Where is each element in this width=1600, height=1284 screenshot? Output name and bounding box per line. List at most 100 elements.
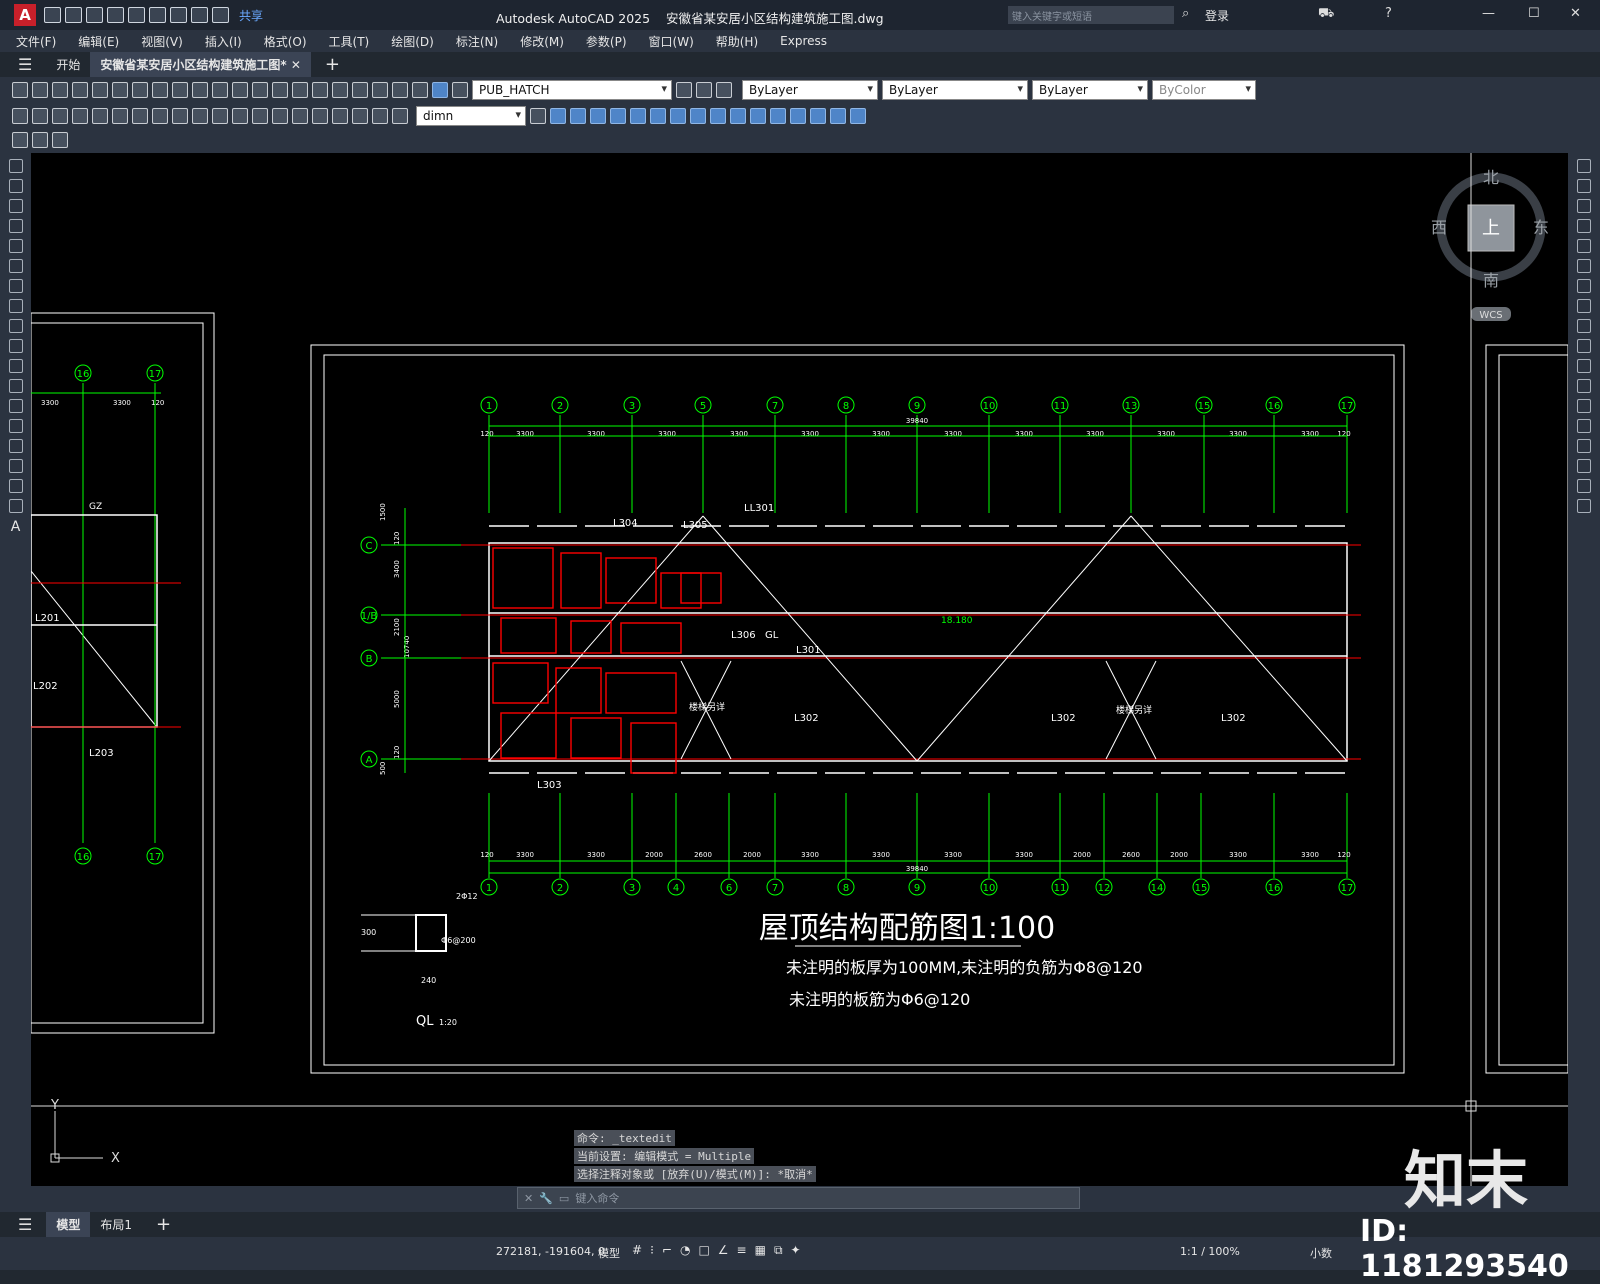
- polar-icon[interactable]: ◔: [680, 1243, 690, 1258]
- help-icon[interactable]: ?: [1385, 6, 1392, 21]
- menu-edit[interactable]: 编辑(E): [78, 33, 119, 50]
- save-as-icon[interactable]: [107, 7, 124, 23]
- plot-icon[interactable]: [170, 7, 187, 23]
- copy-tool-icon[interactable]: [1577, 179, 1591, 193]
- menu-parametric[interactable]: 参数(P): [586, 33, 627, 50]
- tab-layout1[interactable]: 布局1: [90, 1212, 142, 1237]
- print-icon[interactable]: [72, 82, 88, 98]
- menu-view[interactable]: 视图(V): [141, 33, 183, 50]
- cart-icon[interactable]: ⛟: [1318, 6, 1334, 23]
- gradient-tool-icon[interactable]: [8, 459, 23, 473]
- layer-state-icon[interactable]: [432, 82, 448, 98]
- table-tool-icon[interactable]: [8, 499, 23, 513]
- hamburger-menu-icon[interactable]: ☰: [18, 55, 32, 74]
- menu-insert[interactable]: 插入(I): [205, 33, 242, 50]
- erase-tool-icon[interactable]: [1577, 159, 1591, 173]
- selection-cycling-icon[interactable]: ⧉: [774, 1243, 783, 1258]
- tab-start[interactable]: 开始: [46, 52, 90, 77]
- explode-tool-icon[interactable]: [1577, 499, 1591, 513]
- maximize-button[interactable]: ☐: [1528, 6, 1540, 21]
- help-tb-icon[interactable]: [392, 82, 408, 98]
- command-input[interactable]: ✕ 🔧 ▭ 键入命令: [517, 1187, 1080, 1209]
- calc-icon[interactable]: [372, 82, 388, 98]
- open-web-icon[interactable]: [128, 7, 145, 23]
- dim-aligned-icon[interactable]: [32, 108, 48, 124]
- dimtedit-icon[interactable]: [372, 108, 388, 124]
- dim-baseline-icon[interactable]: [192, 108, 208, 124]
- ucs-3point-icon[interactable]: [710, 108, 726, 124]
- menu-dimension[interactable]: 标注(N): [456, 33, 498, 50]
- close-button[interactable]: ✕: [1570, 6, 1581, 21]
- coordinate-readout[interactable]: 272181, -191604, 0: [496, 1245, 605, 1258]
- save-tb-icon[interactable]: [52, 82, 68, 98]
- redo-icon[interactable]: [212, 7, 229, 23]
- menu-modify[interactable]: 修改(M): [520, 33, 564, 50]
- viewcube-south-label[interactable]: 南: [1483, 271, 1499, 290]
- attribute-edit-icon[interactable]: [52, 132, 68, 148]
- properties-icon[interactable]: [312, 82, 328, 98]
- block-editor-icon[interactable]: [12, 132, 28, 148]
- open-icon[interactable]: [32, 82, 48, 98]
- make-current-icon[interactable]: [676, 82, 692, 98]
- ellipse-tool-icon[interactable]: [8, 339, 23, 353]
- wcs-label[interactable]: WCS: [1479, 310, 1502, 321]
- circle-tool-icon[interactable]: [8, 279, 23, 293]
- dim-radius-icon[interactable]: [92, 108, 108, 124]
- design-center-icon[interactable]: [332, 82, 348, 98]
- help-search-input[interactable]: 键入关键字或短语: [1008, 6, 1174, 24]
- undo-tb-icon[interactable]: [232, 82, 248, 98]
- publish-icon[interactable]: [112, 82, 128, 98]
- transparency-icon[interactable]: ▦: [755, 1243, 766, 1258]
- viewcube-east-label[interactable]: 东: [1533, 218, 1549, 237]
- cut-icon[interactable]: [152, 82, 168, 98]
- zoom-icon[interactable]: [292, 82, 308, 98]
- viewcube-west-label[interactable]: 西: [1431, 218, 1447, 237]
- viewcube[interactable]: 上 北 南 东 西 WCS: [1431, 168, 1549, 321]
- mirror-tool-icon[interactable]: [1577, 199, 1591, 213]
- polyline-tool-icon[interactable]: [8, 199, 23, 213]
- revcloud-tool-icon[interactable]: [8, 299, 23, 313]
- break-tool-icon[interactable]: [1577, 399, 1591, 413]
- mtext-tool-icon[interactable]: A: [0, 519, 31, 535]
- menu-tools[interactable]: 工具(T): [329, 33, 370, 50]
- blend-tool-icon[interactable]: [1577, 479, 1591, 493]
- line-tool-icon[interactable]: [8, 159, 23, 173]
- qdim-icon[interactable]: [172, 108, 188, 124]
- array-tool-icon[interactable]: [1577, 239, 1591, 253]
- menu-format[interactable]: 格式(O): [264, 33, 307, 50]
- region-tool-icon[interactable]: [8, 479, 23, 493]
- extend-tool-icon[interactable]: [1577, 359, 1591, 373]
- dimstyle-dropdown[interactable]: dimn: [416, 106, 526, 126]
- dim-update-icon[interactable]: [392, 108, 408, 124]
- save-icon[interactable]: [86, 7, 103, 23]
- rotate-tool-icon[interactable]: [1577, 279, 1591, 293]
- paste-icon[interactable]: [192, 82, 208, 98]
- fillet-tool-icon[interactable]: [1577, 459, 1591, 473]
- join-tool-icon[interactable]: [1577, 419, 1591, 433]
- arc-tool-icon[interactable]: [8, 259, 23, 273]
- dim-linear-icon[interactable]: [12, 108, 28, 124]
- otrack-icon[interactable]: ∠: [718, 1243, 729, 1258]
- grid-icon[interactable]: #: [632, 1243, 642, 1258]
- osnap-icon[interactable]: □: [698, 1243, 709, 1258]
- layer-lock-icon[interactable]: [452, 82, 468, 98]
- layer-match-icon[interactable]: [716, 82, 732, 98]
- ucs-y-icon[interactable]: [750, 108, 766, 124]
- dim-continue-icon[interactable]: [212, 108, 228, 124]
- ucs-prev-icon[interactable]: [590, 108, 606, 124]
- ucs-origin-icon[interactable]: [670, 108, 686, 124]
- jogged-linear-icon[interactable]: [332, 108, 348, 124]
- pan-icon[interactable]: [272, 82, 288, 98]
- autocad-logo-icon[interactable]: A: [14, 4, 36, 26]
- ellipse-arc-tool-icon[interactable]: [8, 359, 23, 373]
- ucs-object-icon[interactable]: [630, 108, 646, 124]
- annotation-visibility-icon[interactable]: ✦: [791, 1243, 801, 1258]
- snap-icon[interactable]: ⁝: [650, 1243, 654, 1258]
- viewcube-top-label[interactable]: 上: [1482, 218, 1500, 239]
- linetype-dropdown[interactable]: ByLayer: [882, 80, 1028, 100]
- rectangle-tool-icon[interactable]: [8, 239, 23, 253]
- tab-model[interactable]: 模型: [46, 1212, 91, 1237]
- spline-tool-icon[interactable]: [8, 319, 23, 333]
- annotation-scale[interactable]: 1:1 / 100%: [1180, 1245, 1240, 1258]
- command-close-icon[interactable]: ✕: [524, 1192, 533, 1205]
